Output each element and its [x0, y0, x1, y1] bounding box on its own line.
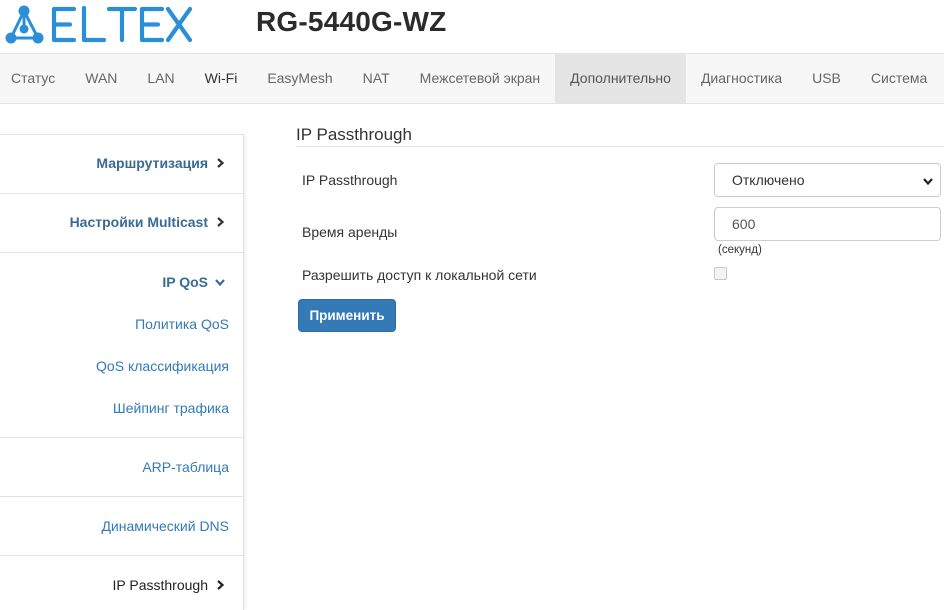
sidebar-group-ip-passthrough: IP Passthrough: [0, 556, 244, 610]
sidebar-item-qos-classification[interactable]: QoS классификация: [96, 358, 229, 374]
eltex-logo[interactable]: [2, 3, 194, 45]
lan-access-label: Разрешить доступ к локальной сети: [302, 267, 537, 283]
sidebar-group-multicast: Настройки Multicast: [0, 194, 244, 253]
sidebar-item-arp[interactable]: ARP-таблица: [142, 459, 229, 475]
eltex-logo-icon: [5, 5, 193, 44]
chevron-right-icon: [217, 158, 225, 168]
lease-time-label: Время аренды: [302, 224, 398, 240]
sidebar: Маршрутизация Настройки Multicast IP QoS…: [0, 134, 244, 610]
chevron-down-icon: [215, 279, 225, 287]
sidebar-group-routing: Маршрутизация: [0, 135, 244, 194]
chevron-right-icon: [217, 217, 225, 227]
title-divider: [296, 146, 944, 147]
nav-diagnostics[interactable]: Диагностика: [686, 54, 797, 103]
ip-passthrough-select[interactable]: Отключено: [714, 163, 941, 197]
sidebar-item-multicast[interactable]: Настройки Multicast: [70, 214, 226, 230]
lease-time-input[interactable]: 600: [714, 207, 941, 241]
select-value: Отключено: [732, 172, 805, 188]
chevron-right-icon: [217, 580, 225, 590]
sidebar-item-qos-policy[interactable]: Политика QoS: [135, 316, 229, 332]
sidebar-item-label: Маршрутизация: [96, 155, 208, 171]
nav-easymesh[interactable]: EasyMesh: [252, 54, 347, 103]
nav-usb[interactable]: USB: [797, 54, 856, 103]
nav-firewall[interactable]: Межсетевой экран: [405, 54, 556, 103]
apply-button[interactable]: Применить: [298, 299, 396, 332]
sidebar-item-traffic-shaping[interactable]: Шейпинг трафика: [113, 400, 229, 416]
nav-system[interactable]: Система: [856, 54, 942, 103]
sidebar-item-label: IP Passthrough: [112, 577, 208, 593]
sidebar-group-ipqos: IP QoS Политика QoS QoS классификация Ше…: [0, 253, 244, 438]
device-model: RG-5440G-WZ: [256, 6, 447, 37]
nav-lan[interactable]: LAN: [132, 54, 189, 103]
nav-advanced[interactable]: Дополнительно: [555, 54, 686, 103]
lease-time-unit: (секунд): [718, 244, 762, 256]
main-content: IP Passthrough IP Passthrough Отключено …: [296, 124, 944, 332]
sidebar-item-label: ARP-таблица: [142, 459, 229, 475]
nav-wifi[interactable]: Wi-Fi: [190, 54, 253, 103]
sidebar-group-ddns: Динамический DNS: [0, 497, 244, 556]
sidebar-item-label: Настройки Multicast: [69, 214, 208, 230]
chevron-down-icon: [923, 178, 933, 186]
sidebar-item-routing[interactable]: Маршрутизация: [96, 155, 226, 171]
nav-status[interactable]: Статус: [0, 54, 70, 103]
lan-access-checkbox[interactable]: [714, 267, 727, 280]
page-title: IP Passthrough: [296, 125, 412, 144]
sidebar-item-ipqos[interactable]: IP QoS: [162, 274, 226, 290]
nav-wan[interactable]: WAN: [70, 54, 132, 103]
ip-passthrough-label: IP Passthrough: [302, 172, 398, 188]
sidebar-item-label: IP QoS: [162, 274, 208, 290]
top-navigation: Статус WAN LAN Wi-Fi EasyMesh NAT Межсет…: [0, 53, 944, 104]
nav-nat[interactable]: NAT: [348, 54, 405, 103]
sidebar-item-label: Динамический DNS: [101, 518, 229, 534]
header: RG-5440G-WZ: [0, 0, 944, 53]
sidebar-item-ddns[interactable]: Динамический DNS: [101, 518, 229, 534]
sidebar-group-arp: ARP-таблица: [0, 438, 244, 497]
sidebar-item-ip-passthrough[interactable]: IP Passthrough: [113, 577, 226, 593]
